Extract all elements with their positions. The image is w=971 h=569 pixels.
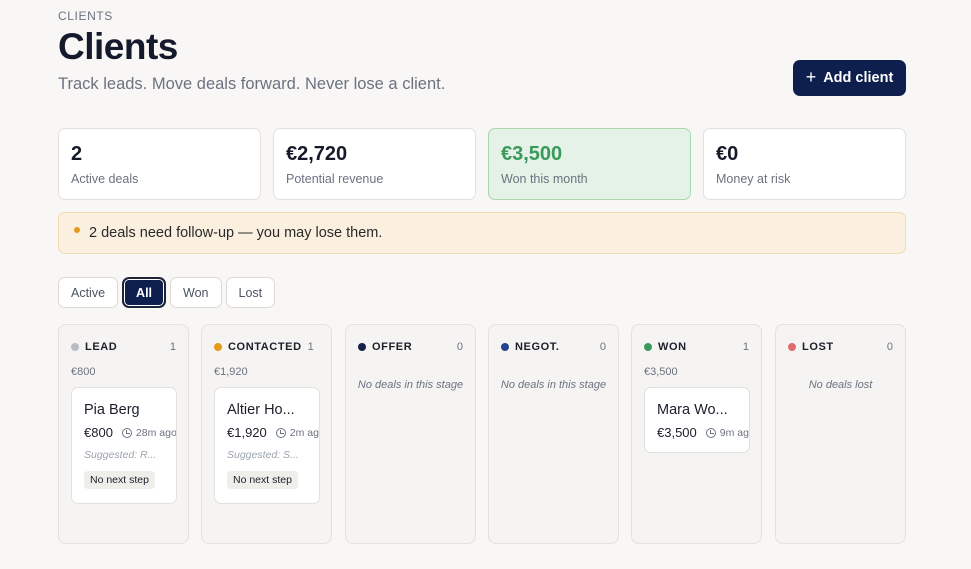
column-title: NEGOT.: [515, 341, 560, 353]
deal-card[interactable]: Pia Berg €800 28m ago Suggested: R... No…: [71, 387, 177, 504]
column-title: CONTACTED: [228, 341, 302, 353]
clock-icon: [275, 427, 286, 438]
column-count: 0: [886, 341, 893, 353]
deal-client-name: Altier Ho...: [227, 402, 295, 418]
status-dot-icon: [214, 343, 222, 351]
column-sum: €1,920: [214, 366, 248, 378]
column-won: WON 1 €3,500 Mara Wo... €3,500 9m ago: [631, 324, 762, 544]
stat-value: €2,720: [286, 143, 348, 165]
column-count: 0: [456, 341, 463, 353]
deal-amount: €1,920: [227, 425, 267, 440]
page-title: Clients: [58, 26, 178, 67]
column-count: 1: [169, 341, 176, 353]
deal-time-ago: 2m ago: [289, 426, 319, 439]
column-count: 0: [599, 341, 606, 353]
deal-time-ago: 28m ago: [135, 426, 177, 439]
status-dot-icon: [788, 343, 796, 351]
add-client-label: Add client: [823, 70, 894, 86]
stat-potential-revenue: €2,720 Potential revenue: [273, 128, 476, 200]
empty-state: No deals lost: [808, 379, 873, 391]
column-title: LOST: [802, 341, 834, 353]
deal-amount: €3,500: [657, 425, 697, 440]
column-title: WON: [658, 341, 687, 353]
stat-won-this-month: €3,500 Won this month: [488, 128, 691, 200]
alert-text: 2 deals need follow-up — you may lose th…: [89, 225, 383, 241]
deal-time-ago: 9m ago: [719, 426, 749, 439]
empty-state: No deals in this stage: [357, 379, 464, 391]
status-dot-icon: [358, 343, 366, 351]
page-subtitle: Track leads. Move deals forward. Never l…: [58, 75, 446, 93]
stat-label: Potential revenue: [286, 172, 384, 186]
status-dot-icon: [501, 343, 509, 351]
deal-amount: €800: [84, 425, 113, 440]
deal-suggestion: Suggested: S...: [227, 449, 299, 461]
filter-won[interactable]: Won: [170, 277, 222, 308]
clock-icon: [705, 427, 716, 438]
filter-tabs: Active All Won Lost: [58, 277, 276, 308]
clock-icon: [121, 427, 132, 438]
column-lead: LEAD 1 €800 Pia Berg €800 28m ago Sugges…: [58, 324, 189, 544]
stat-label: Won this month: [501, 172, 588, 186]
empty-state: No deals in this stage: [500, 379, 607, 391]
status-dot-icon: [644, 343, 652, 351]
deal-card[interactable]: Mara Wo... €3,500 9m ago: [644, 387, 750, 453]
add-client-button[interactable]: + Add client: [793, 60, 906, 96]
column-offer: OFFER 0 No deals in this stage: [345, 324, 476, 544]
deal-suggestion: Suggested: R...: [84, 449, 157, 461]
next-step-tag: No next step: [84, 471, 155, 489]
column-count: 1: [307, 341, 314, 353]
status-dot-icon: [71, 343, 79, 351]
stat-value: €0: [716, 143, 739, 165]
stat-label: Active deals: [71, 172, 139, 186]
next-step-tag: No next step: [227, 471, 298, 489]
filter-lost[interactable]: Lost: [225, 277, 276, 308]
filter-active[interactable]: Active: [58, 277, 119, 308]
column-sum: €3,500: [644, 366, 678, 378]
filter-all[interactable]: All: [122, 277, 167, 308]
column-negotiation: NEGOT. 0 No deals in this stage: [488, 324, 619, 544]
column-contacted: CONTACTED 1 €1,920 Altier Ho... €1,920 2…: [201, 324, 332, 544]
stat-value: €3,500: [501, 143, 563, 165]
stat-label: Money at risk: [716, 172, 791, 186]
deal-client-name: Mara Wo...: [657, 402, 728, 418]
plus-icon: +: [805, 67, 817, 87]
stat-money-at-risk: €0 Money at risk: [703, 128, 906, 200]
warning-dot-icon: [74, 227, 80, 233]
deal-card[interactable]: Altier Ho... €1,920 2m ago Suggested: S.…: [214, 387, 320, 504]
follow-up-alert: 2 deals need follow-up — you may lose th…: [58, 212, 906, 254]
column-lost: LOST 0 No deals lost: [775, 324, 906, 544]
stat-active-deals: 2 Active deals: [58, 128, 261, 200]
column-title: LEAD: [85, 341, 118, 353]
column-title: OFFER: [372, 341, 413, 353]
column-count: 1: [742, 341, 749, 353]
page-eyebrow: CLIENTS: [58, 9, 113, 23]
column-sum: €800: [71, 366, 96, 378]
deal-client-name: Pia Berg: [84, 402, 140, 418]
stat-value: 2: [71, 143, 83, 165]
